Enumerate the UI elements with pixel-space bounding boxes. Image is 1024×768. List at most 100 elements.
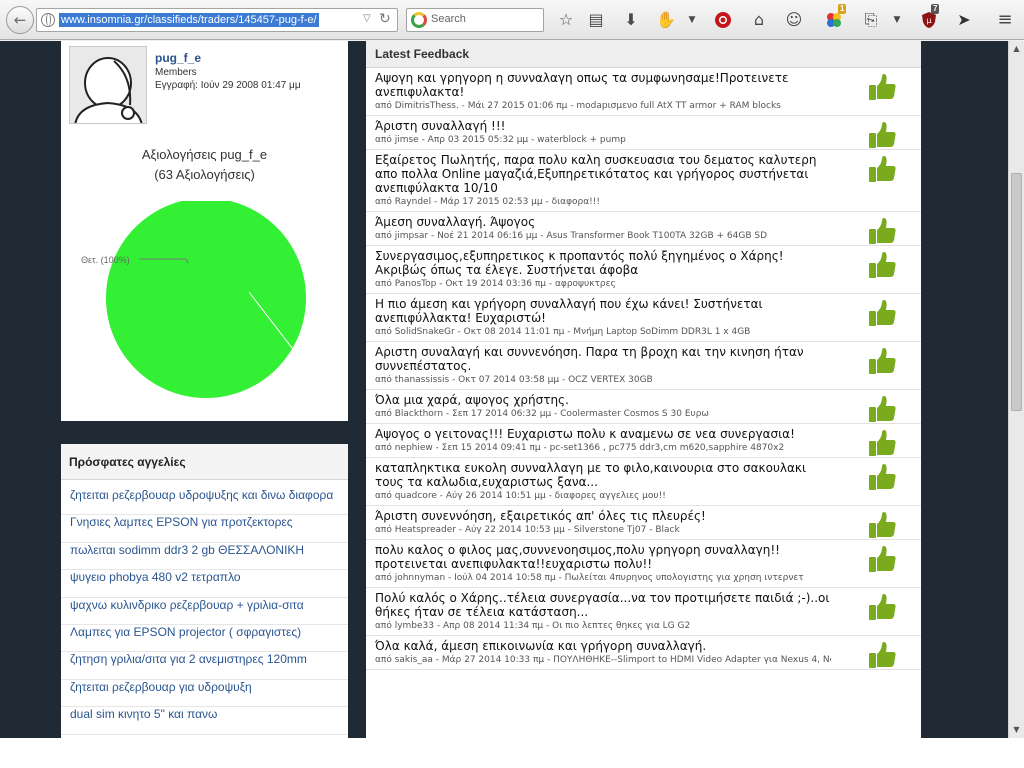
- ublock-badge: 7: [931, 4, 940, 14]
- url-bar[interactable]: www.insomnia.gr/classifieds/traders/1454…: [36, 8, 398, 32]
- feedback-text: πολυ καλος ο φιλος μας,συννενοησιμος,πολ…: [375, 543, 780, 571]
- search-bar[interactable]: Search: [406, 8, 544, 32]
- feedback-meta: από jimse - Απρ 03 2015 05:32 μμ - water…: [375, 135, 626, 145]
- download-icon[interactable]: ⬇: [620, 9, 642, 31]
- thumbs-up-icon: [867, 428, 897, 458]
- recent-listing-link[interactable]: ζητειται ρεζερβουαρ υδροψυξης και δινω δ…: [61, 488, 348, 516]
- cursor-icon[interactable]: ➤: [953, 9, 975, 31]
- member-rank: Members: [155, 67, 197, 78]
- feedback-text: Αριστη συναλαγή και συννενόηση. Παρα τη …: [375, 345, 804, 373]
- recent-listing-link[interactable]: Γνησιες λαμπες EPSON για προτζεκτορες: [61, 515, 348, 543]
- status-strip: [0, 738, 1024, 768]
- page-scrollbar[interactable]: ▲ ▼: [1008, 41, 1024, 738]
- feedback-text: Άριστη συναλλαγή !!!: [375, 119, 506, 133]
- feedback-item: καταπληκτικα ευκολη συνναλλαγη με το φιλ…: [366, 458, 921, 506]
- feedback-meta: από lymbe33 - Απρ 08 2014 11:34 πμ - Οι …: [375, 621, 691, 631]
- feedback-meta: από johnnyman - Ιούλ 04 2014 10:58 πμ - …: [375, 573, 804, 583]
- thumbs-up-icon: [867, 120, 897, 150]
- pie-slice-label: Θετ. (100%): [81, 255, 130, 265]
- thumbs-up-icon: [867, 250, 897, 280]
- feedback-meta: από nephiew - Σεπ 15 2014 09:41 πμ - pc-…: [375, 443, 785, 453]
- pie-slice: [106, 201, 306, 398]
- recent-listing-link[interactable]: ψυγειο phobya 480 v2 τετραπλο: [61, 570, 348, 598]
- join-date: Εγγραφή: Ιούν 29 2008 01:47 μμ: [155, 80, 301, 91]
- scroll-thumb[interactable]: [1011, 173, 1022, 411]
- thumbs-up-icon: [867, 640, 897, 670]
- feedback-list: Αψογη και γρηγορη η συνναλαγη οπως τα συ…: [366, 68, 921, 670]
- recent-listing-link[interactable]: πωλειται sodimm ddr3 2 gb ΘΕΣΣΑΛΟΝΙΚΗ: [61, 543, 348, 571]
- feedback-item: Πολύ καλός ο Χάρης..τέλεια συνεργασία...…: [366, 588, 921, 636]
- thumbs-up-icon: [867, 510, 897, 540]
- url-dropdown-icon[interactable]: ▽: [363, 13, 371, 24]
- home-icon[interactable]: ⌂: [748, 9, 770, 31]
- scroll-down-arrow[interactable]: ▼: [1009, 722, 1024, 738]
- chart-title: Αξιολογήσεις pug_f_e: [141, 147, 268, 162]
- feedback-text: Άριστη συνεννόηση, εξαιρετικός απ' όλες …: [375, 509, 706, 523]
- feedback-item: Συνεργασιμος,εξυπηρετικος κ προπαντός πο…: [366, 246, 921, 294]
- reading-list-icon[interactable]: ▤: [585, 9, 607, 31]
- recent-listings-panel: Πρόσφατες αγγελίες ζητειται ρεζερβουαρ υ…: [61, 444, 348, 738]
- feedback-item: Η πιο άμεση και γρήγορη συναλλαγή που έχ…: [366, 294, 921, 342]
- feedback-text: Όλα καλά, άμεση επικοινωνία και γρήγορη …: [375, 639, 707, 653]
- feedback-text: Η πιο άμεση και γρήγορη συναλλαγή που έχ…: [375, 297, 763, 325]
- feedback-text: Αψογη και γρηγορη η συνναλαγη οπως τα συ…: [375, 71, 789, 99]
- avatar[interactable]: [69, 46, 147, 124]
- rating-pie-chart: Θετ. (100%): [81, 201, 313, 398]
- feedback-meta: από PanosTop - Οκτ 19 2014 03:36 πμ - αφ…: [375, 279, 616, 289]
- feedback-meta: από Heatspreader - Αύγ 22 2014 10:53 μμ …: [375, 525, 680, 535]
- chevron-down-icon[interactable]: ▼: [681, 9, 703, 31]
- feedback-meta: από jimpsar - Νοέ 21 2014 06:16 μμ - Asu…: [375, 231, 768, 241]
- feedback-meta: από Blackthorn - Σεπ 17 2014 06:32 μμ - …: [375, 409, 709, 419]
- chat-icon[interactable]: ☺: [783, 9, 805, 31]
- recent-listings-list: ζητειται ρεζερβουαρ υδροψυξης και δινω δ…: [61, 480, 348, 735]
- feedback-item: Αριστη συναλαγή και συννενόηση. Παρα τη …: [366, 342, 921, 390]
- feedback-text: Όλα μια χαρά, αψογος χρήστης.: [375, 393, 569, 407]
- addon-badge: 1: [838, 4, 847, 14]
- feedback-item: Όλα καλά, άμεση επικοινωνία και γρήγορη …: [366, 636, 921, 670]
- recent-listing-link[interactable]: dual sim κινητο 5" και πανω: [61, 707, 348, 735]
- feedback-item: Αψογη και γρηγορη η συνναλαγη οπως τα συ…: [366, 68, 921, 116]
- feedback-text: Αψογος ο γειτονας!!! Ευχαριστω πολυ κ αν…: [375, 427, 795, 441]
- globe-icon: [41, 13, 55, 27]
- feedback-text: Πολύ καλός ο Χάρης..τέλεια συνεργασία...…: [375, 591, 830, 619]
- hand-icon[interactable]: ✋: [655, 9, 677, 31]
- feedback-item: Άριστη συναλλαγή !!! από jimse - Απρ 03 2…: [366, 116, 921, 150]
- recent-listing-link[interactable]: ζητειται ρεζερβουαρ για υδροψυξη: [61, 680, 348, 708]
- thumbs-up-icon: [867, 346, 897, 376]
- bookmark-star-icon[interactable]: ☆: [555, 9, 577, 31]
- menu-icon[interactable]: ≡: [994, 9, 1016, 31]
- thumbs-up-icon: [867, 72, 897, 102]
- feedback-item: Εξαίρετος Πωλητής, παρα πολυ καλη συσκευ…: [366, 150, 921, 212]
- feedback-meta: από DimitrisThess. - Μάι 27 2015 01:06 π…: [375, 101, 781, 111]
- recent-listing-link[interactable]: ζητηση γριλια/σιτα για 2 ανεμιστηρες 120…: [61, 652, 348, 680]
- chevron-down-icon[interactable]: ▼: [886, 9, 908, 31]
- username[interactable]: pug_f_e: [155, 51, 201, 65]
- recent-listing-link[interactable]: ψαχνω κυλινδρικο ρεζερβουαρ + γριλια-σιτ…: [61, 598, 348, 625]
- url-text[interactable]: www.insomnia.gr/classifieds/traders/1454…: [59, 13, 319, 27]
- feedback-meta: από sakis_aa - Μάρ 27 2014 10:33 πμ - ΠΟ…: [375, 655, 831, 665]
- feedback-text: Εξαίρετος Πωλητής, παρα πολυ καλη συσκευ…: [375, 153, 817, 195]
- thumbs-up-icon: [867, 544, 897, 574]
- recent-listing-link[interactable]: Λαμπες για EPSON projector ( σφραγιστες): [61, 625, 348, 653]
- scroll-up-arrow[interactable]: ▲: [1009, 41, 1024, 57]
- feedback-item: Άμεση συναλλαγή. Άψογος από jimpsar - Νοέ…: [366, 212, 921, 246]
- feedback-item: πολυ καλος ο φιλος μας,συννενοησιμος,πολ…: [366, 540, 921, 588]
- thumbs-up-icon: [867, 298, 897, 328]
- feedback-item: Όλα μια χαρά, αψογος χρήστης. από Blackth…: [366, 390, 921, 424]
- feedback-text: καταπληκτικα ευκολη συνναλλαγη με το φιλ…: [375, 461, 807, 489]
- reload-icon[interactable]: ↻: [379, 11, 391, 27]
- feedback-header: Latest Feedback: [366, 41, 921, 68]
- search-placeholder[interactable]: Search: [431, 13, 466, 25]
- thumbs-up-icon: [867, 216, 897, 246]
- clipboard-icon[interactable]: ⎘: [860, 9, 882, 31]
- back-button[interactable]: ←: [6, 6, 34, 34]
- feedback-item: Αψογος ο γειτονας!!! Ευχαριστω πολυ κ αν…: [366, 424, 921, 458]
- feedback-panel: Latest Feedback Αψογη και γρηγορη η συνν…: [366, 41, 921, 738]
- profile-card: pug_f_e Members Εγγραφή: Ιούν 29 2008 01…: [61, 41, 348, 421]
- svg-text:μ: μ: [926, 16, 931, 25]
- recent-listings-header: Πρόσφατες αγγελίες: [61, 444, 348, 480]
- feedback-text: Συνεργασιμος,εξυπηρετικος κ προπαντός πο…: [375, 249, 784, 277]
- thumbs-up-icon: [867, 394, 897, 424]
- feedback-meta: από thanassissis - Οκτ 07 2014 03:58 μμ …: [375, 375, 653, 385]
- record-icon[interactable]: [712, 9, 734, 31]
